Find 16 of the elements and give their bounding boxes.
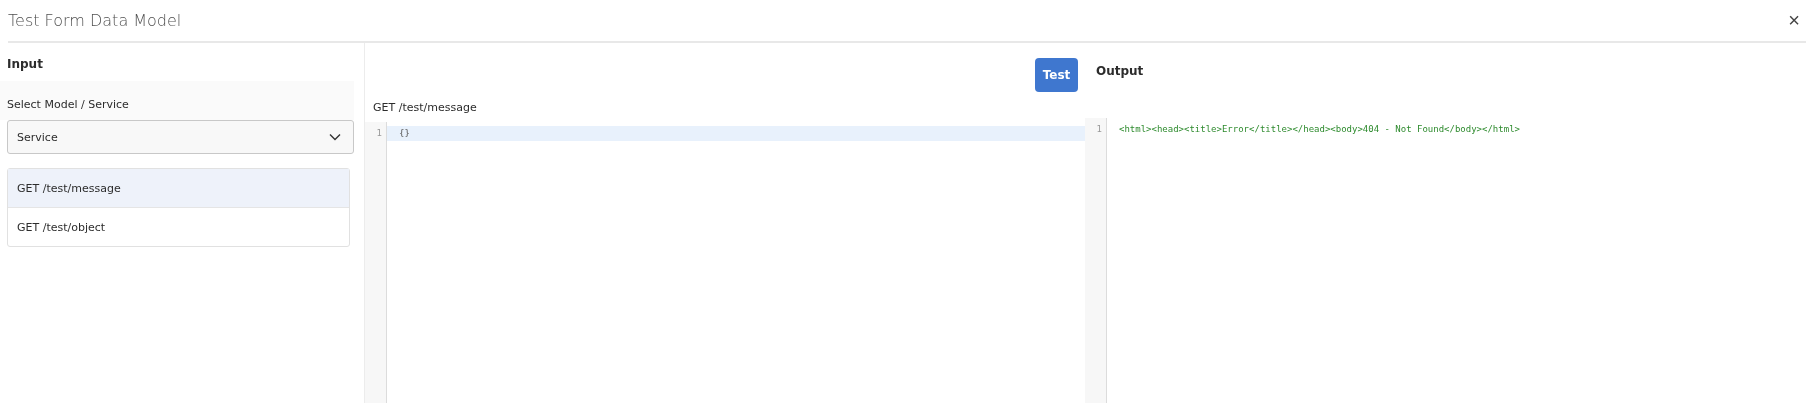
line-number: 1 (1096, 123, 1102, 136)
window-title: Test Form Data Model (8, 11, 182, 30)
operation-item[interactable]: GET /test/message (8, 169, 349, 207)
select-label: Select Model / Service (7, 98, 129, 111)
chevron-down-icon (329, 133, 341, 141)
operation-item[interactable]: GET /test/object (8, 207, 349, 246)
test-button[interactable]: Test (1035, 58, 1078, 92)
request-label: GET /test/message (372, 100, 478, 116)
output-heading: Output (1096, 64, 1144, 78)
line-number: 1 (376, 127, 382, 140)
code-line: {} (399, 128, 410, 138)
close-button[interactable]: × (1782, 9, 1806, 32)
code-line: <html><head><title>Error</title></head><body>404 - Not Found</body></html> (1119, 124, 1520, 134)
service-dropdown[interactable]: Service (7, 120, 354, 154)
request-editor[interactable]: 1 {} (365, 122, 1085, 403)
input-heading: Input (7, 57, 44, 71)
